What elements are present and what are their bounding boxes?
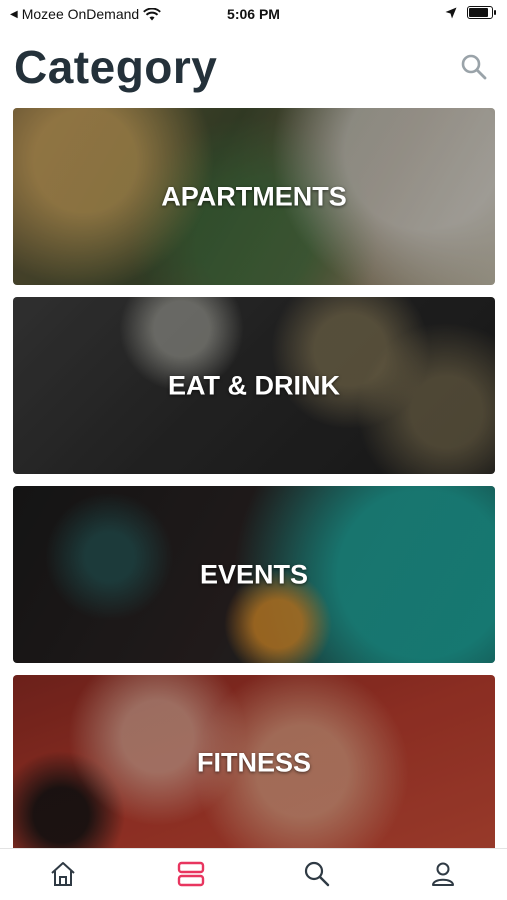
profile-icon[interactable] xyxy=(428,859,458,889)
search-icon[interactable] xyxy=(459,52,489,82)
category-label: EVENTS xyxy=(199,559,309,589)
category-card-events[interactable]: EVENTS xyxy=(13,486,495,663)
category-icon[interactable] xyxy=(176,859,206,889)
battery-icon xyxy=(467,6,496,19)
status-time: 5:06 PM xyxy=(227,6,280,22)
home-icon[interactable] xyxy=(48,859,78,889)
category-label: APARTMENTS xyxy=(161,181,347,211)
location-arrow-icon xyxy=(445,7,457,18)
search-icon[interactable] xyxy=(302,859,332,889)
category-card-apartments[interactable]: APARTMENTS xyxy=(13,108,495,285)
category-card-eat-drink[interactable]: EAT & DRINK xyxy=(13,297,495,474)
tab-bar xyxy=(0,848,507,900)
category-label: FITNESS xyxy=(196,747,311,777)
category-card-fitness[interactable]: FITNESS xyxy=(13,675,495,850)
status-bar: ◀ Mozee OnDemand 5:06 PM xyxy=(0,0,507,30)
page-title: Category xyxy=(14,41,218,93)
category-label: EAT & DRINK xyxy=(168,370,340,400)
